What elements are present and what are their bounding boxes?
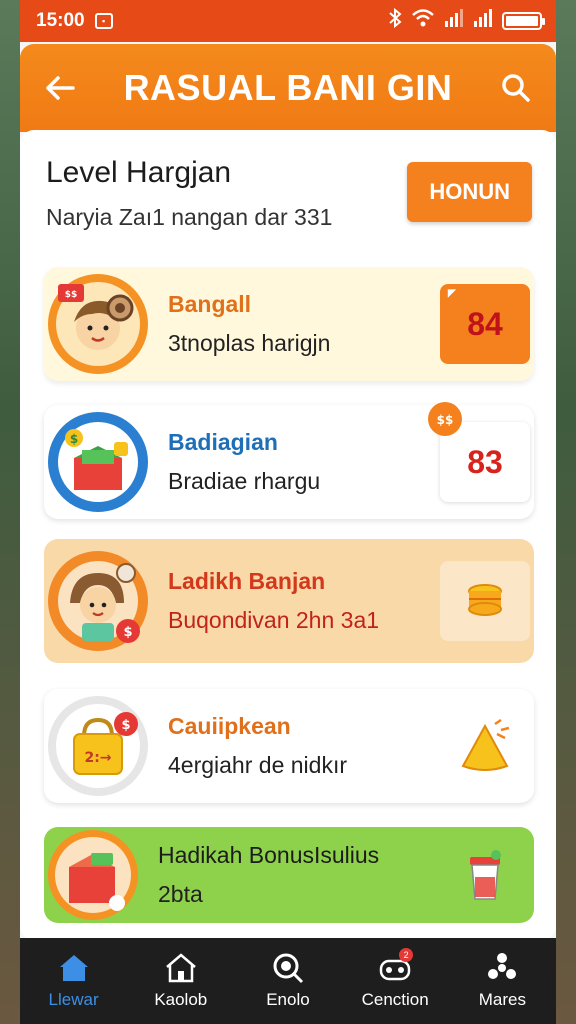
battery-icon bbox=[502, 12, 545, 30]
nav-label: Cenction bbox=[361, 990, 429, 1009]
row-title: Cauiipkean bbox=[168, 713, 291, 739]
row-title: Bangall bbox=[168, 291, 252, 317]
nav-label: Enolo bbox=[266, 990, 310, 1009]
svg-text:$$: $$ bbox=[437, 413, 454, 427]
level-header: Level Hargjan Naryia Zaı1 nangan dar 331… bbox=[46, 156, 532, 231]
house-outline-icon bbox=[163, 952, 199, 984]
boy-avatar-icon: $$ bbox=[48, 274, 148, 374]
girl-avatar-icon: $ bbox=[48, 551, 148, 651]
row-subtitle: Buqondivan 2hn 3a1 bbox=[168, 607, 380, 633]
row-title: Hadikah BonusIsulius bbox=[158, 842, 380, 868]
list-item[interactable]: $ Ladikh Banjan Buqondivan 2hn 3a1 bbox=[44, 539, 534, 663]
nav-kaolob[interactable]: Kaolob bbox=[131, 952, 231, 1010]
back-arrow-icon[interactable] bbox=[40, 68, 80, 108]
signal-icon-2 bbox=[473, 9, 493, 33]
status-time: 15:00 bbox=[36, 10, 85, 31]
svg-text:$: $ bbox=[70, 432, 78, 446]
score-value: 83 bbox=[467, 443, 503, 480]
list-item[interactable]: Hadikah BonusIsulius 2bta bbox=[44, 827, 534, 923]
party-hat-icon bbox=[440, 706, 530, 786]
row-subtitle: 4ergiahr de nidkır bbox=[168, 752, 347, 778]
nav-mares[interactable]: Mares bbox=[452, 952, 552, 1010]
bluetooth-icon bbox=[388, 7, 402, 34]
nav-enolo[interactable]: Enolo bbox=[238, 952, 338, 1010]
level-card: Level Hargjan Naryia Zaı1 nangan dar 331… bbox=[20, 130, 556, 940]
row-subtitle: 2bta bbox=[158, 881, 203, 907]
gift-box-icon: $ bbox=[48, 412, 148, 512]
controller-icon: 2 bbox=[377, 948, 414, 984]
svg-text:$: $ bbox=[121, 718, 130, 733]
wifi-icon bbox=[411, 9, 435, 33]
score-value: 84 bbox=[467, 305, 503, 342]
search-icon[interactable] bbox=[496, 68, 536, 108]
level-title: Level Hargjan bbox=[46, 156, 232, 189]
level-subtitle: Naryia Zaı1 nangan dar 331 bbox=[46, 204, 333, 230]
svg-text:2:→: 2:→ bbox=[84, 750, 111, 766]
search-icon bbox=[270, 952, 306, 984]
row-title: Ladikh Banjan bbox=[168, 568, 326, 594]
row-title: Badiagian bbox=[168, 429, 278, 455]
phone-screen: 15:00 ▪ RASUAL BANI GIN Level Hargjan Na… bbox=[20, 0, 556, 1024]
svg-text:$: $ bbox=[123, 625, 132, 640]
app-title: RASUAL BANI GIN bbox=[123, 67, 453, 108]
more-icon bbox=[484, 952, 520, 984]
shopping-bag-icon: 2:→ $ bbox=[48, 696, 148, 796]
notification-icon: ▪ bbox=[94, 13, 113, 29]
status-bar: 15:00 ▪ bbox=[20, 0, 556, 42]
honun-button[interactable]: HONUN bbox=[407, 162, 532, 222]
nav-cenction[interactable]: 2 Cenction bbox=[345, 948, 445, 1010]
coin-stack-icon bbox=[440, 561, 530, 641]
coin-bubble-icon: $$ bbox=[426, 400, 464, 446]
score-badge: $$ 83 bbox=[428, 402, 530, 502]
flag-icon: ◤ bbox=[448, 288, 456, 299]
nav-label: Llewar bbox=[48, 990, 99, 1009]
home-icon bbox=[56, 952, 92, 984]
bottom-navigation: Llewar Kaolob Enolo 2 Cenction Mares bbox=[20, 938, 556, 1024]
list-item[interactable]: $$ Bangall 3tnoplas harigjn ◤ 84 bbox=[44, 267, 534, 381]
nav-label: Kaolob bbox=[154, 990, 208, 1009]
nav-label: Mares bbox=[478, 990, 526, 1009]
signal-icon-1 bbox=[444, 9, 464, 33]
drink-cup-icon bbox=[440, 835, 530, 915]
score-badge: ◤ 84 bbox=[440, 284, 530, 364]
svg-text:$$: $$ bbox=[65, 290, 78, 300]
row-subtitle: 3tnoplas harigjn bbox=[168, 330, 331, 356]
row-subtitle: Bradiae rhargu bbox=[168, 468, 321, 494]
app-bar: RASUAL BANI GIN bbox=[20, 44, 556, 132]
bonus-box-icon bbox=[48, 830, 138, 920]
list-item[interactable]: $ Badiagian Bradiae rhargu $$ 83 bbox=[44, 402, 534, 519]
nav-home[interactable]: Llewar bbox=[24, 952, 124, 1010]
list-item[interactable]: 2:→ $ Cauiipkean 4ergiahr de nidkır bbox=[44, 689, 534, 803]
